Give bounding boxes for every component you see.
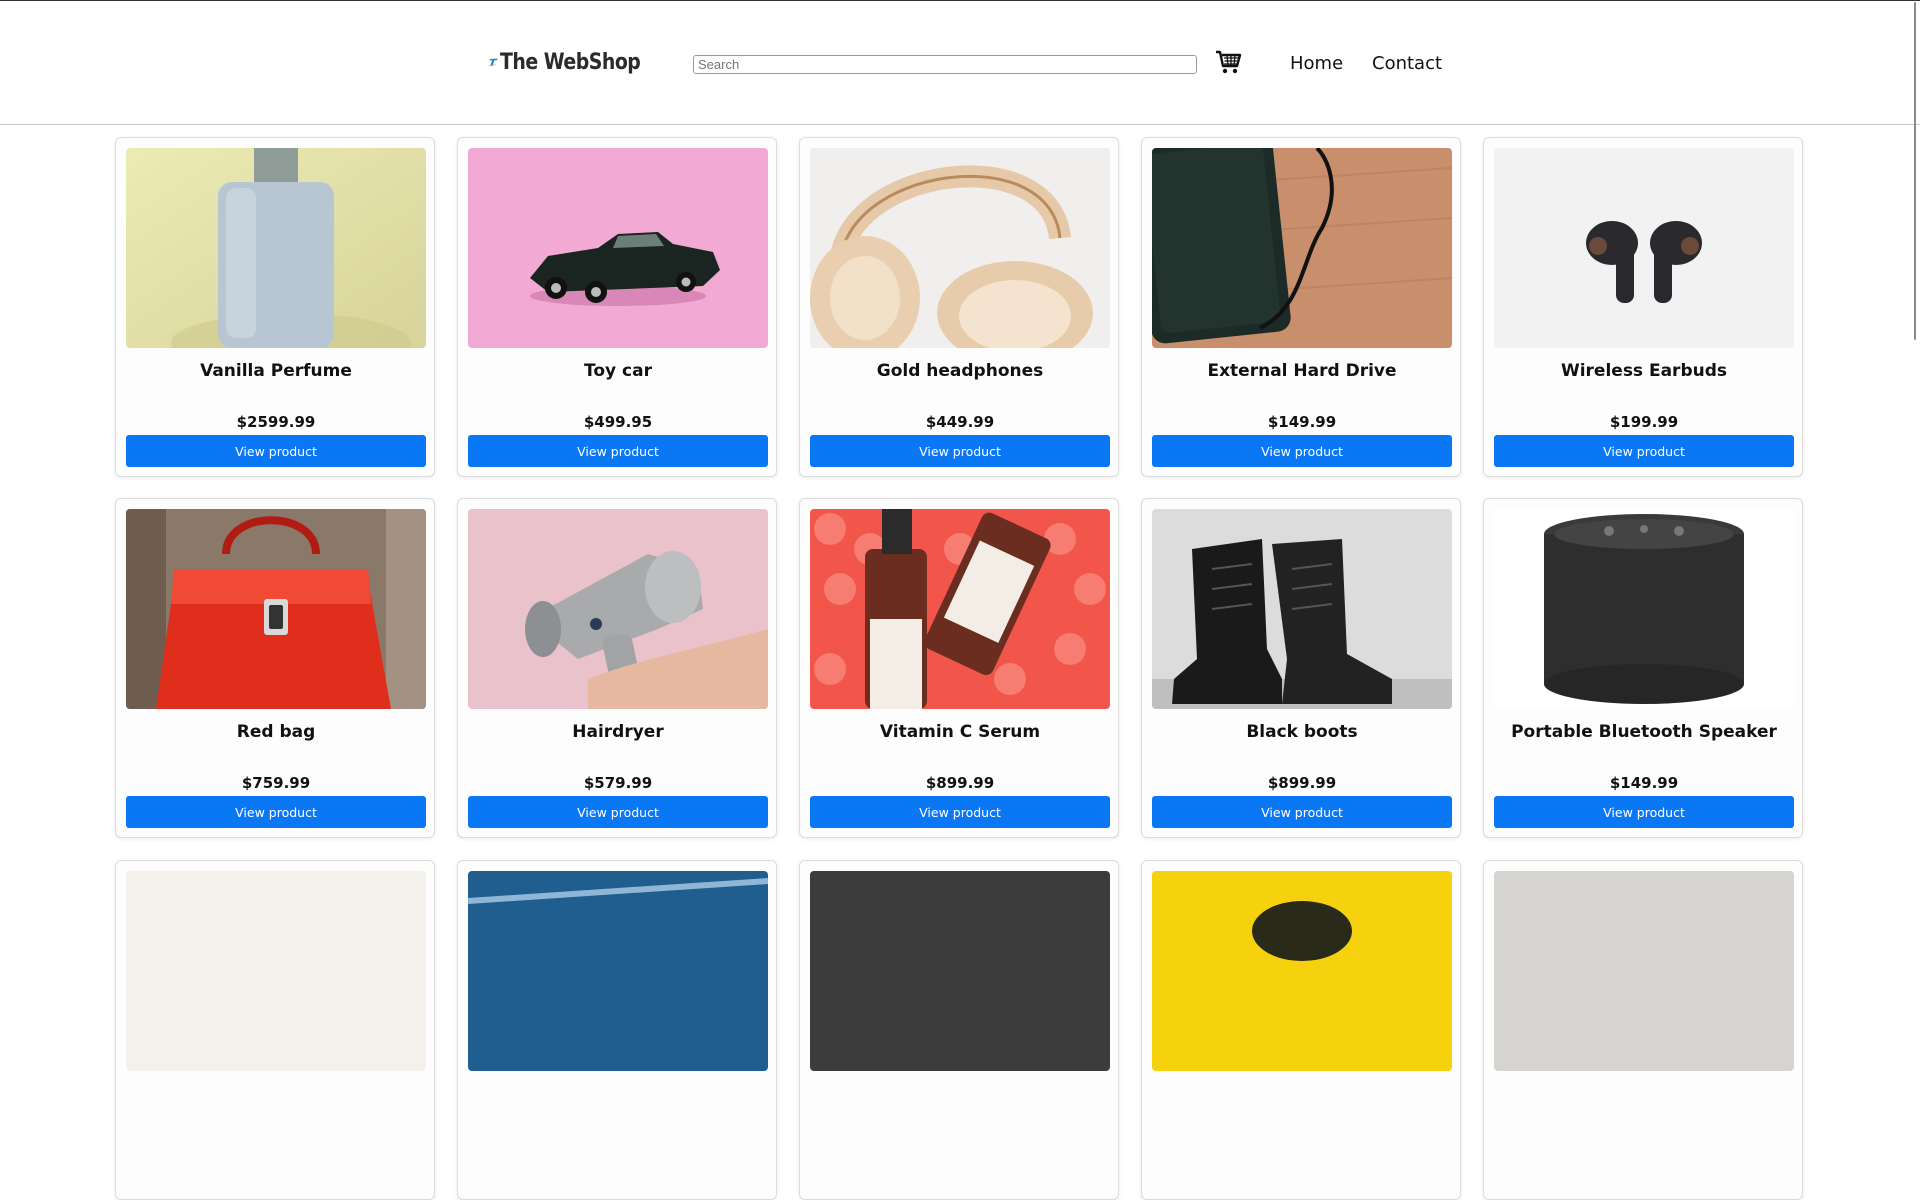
partial-product-image-3[interactable] (810, 871, 1110, 1071)
partial-product-image-1[interactable] (126, 871, 426, 1071)
product-card[interactable] (799, 860, 1119, 1200)
view-product-button[interactable]: View product (126, 796, 426, 828)
hairdryer-image[interactable] (468, 509, 768, 709)
product-price: $2599.99 (236, 413, 316, 431)
external-hard-drive-image[interactable] (1152, 148, 1452, 348)
product-name: Vanilla Perfume (200, 361, 352, 381)
product-price: $579.99 (583, 774, 653, 792)
product-name: Toy car (584, 361, 652, 381)
gold-headphones-image[interactable] (810, 148, 1110, 348)
product-name: Wireless Earbuds (1560, 361, 1728, 381)
view-product-button[interactable]: View product (126, 435, 426, 467)
product-card[interactable]: Wireless Earbuds $199.99 View product (1483, 137, 1803, 477)
product-price: $149.99 (1267, 413, 1337, 431)
search-input[interactable] (693, 55, 1197, 74)
product-card[interactable] (1483, 860, 1803, 1200)
product-card[interactable] (115, 860, 435, 1200)
product-name: Red bag (236, 722, 316, 742)
view-product-button[interactable]: View product (1494, 796, 1794, 828)
toy-car-image[interactable] (468, 148, 768, 348)
product-price: $759.99 (241, 774, 311, 792)
view-product-button[interactable]: View product (1152, 796, 1452, 828)
product-card[interactable]: Vanilla Perfume $2599.99 View product (115, 137, 435, 477)
view-product-button[interactable]: View product (810, 435, 1110, 467)
vitamin-c-serum-image[interactable] (810, 509, 1110, 709)
nav-home-link[interactable]: Home (1290, 53, 1343, 74)
view-product-button[interactable]: View product (468, 435, 768, 467)
shopping-cart-icon[interactable] (1214, 48, 1242, 76)
product-card[interactable] (457, 860, 777, 1200)
product-price: $899.99 (1267, 774, 1337, 792)
red-bag-image[interactable] (126, 509, 426, 709)
black-boots-image[interactable] (1152, 509, 1452, 709)
wireless-earbuds-image[interactable] (1494, 148, 1794, 348)
product-price: $499.95 (583, 413, 653, 431)
site-header: The WebShop Home Contact (0, 1, 1920, 125)
product-card[interactable]: Portable Bluetooth Speaker $149.99 View … (1483, 498, 1803, 838)
product-name: Black boots (1246, 722, 1358, 742)
view-product-button[interactable]: View product (1494, 435, 1794, 467)
product-price: $899.99 (925, 774, 995, 792)
webshop-t-logo-icon (488, 58, 498, 66)
brand-name: The WebShop (499, 49, 641, 75)
product-price: $149.99 (1609, 774, 1679, 792)
product-price: $449.99 (925, 413, 995, 431)
product-name: Portable Bluetooth Speaker (1511, 722, 1777, 742)
product-card[interactable]: External Hard Drive $149.99 View product (1141, 137, 1461, 477)
product-card[interactable] (1141, 860, 1461, 1200)
partial-product-image-5[interactable] (1494, 871, 1794, 1071)
brand-logo[interactable]: The WebShop (488, 41, 663, 83)
product-card[interactable]: Toy car $499.95 View product (457, 137, 777, 477)
product-card[interactable]: Hairdryer $579.99 View product (457, 498, 777, 838)
nav-contact-link[interactable]: Contact (1372, 53, 1442, 74)
partial-product-image-4[interactable] (1152, 871, 1452, 1071)
product-name: Vitamin C Serum (879, 722, 1041, 742)
product-name: Gold headphones (876, 361, 1044, 381)
vertical-scrollbar[interactable] (1914, 2, 1916, 340)
product-price: $199.99 (1609, 413, 1679, 431)
product-card[interactable]: Red bag $759.99 View product (115, 498, 435, 838)
view-product-button[interactable]: View product (468, 796, 768, 828)
view-product-button[interactable]: View product (810, 796, 1110, 828)
product-grid: Vanilla Perfume $2599.99 View product To… (0, 0, 1920, 1200)
partial-product-image-2[interactable] (468, 871, 768, 1071)
bluetooth-speaker-image[interactable] (1494, 509, 1794, 709)
perfume-bottle-image[interactable] (126, 148, 426, 348)
product-card[interactable]: Black boots $899.99 View product (1141, 498, 1461, 838)
product-card[interactable]: Vitamin C Serum $899.99 View product (799, 498, 1119, 838)
product-name: Hairdryer (572, 722, 664, 742)
view-product-button[interactable]: View product (1152, 435, 1452, 467)
product-card[interactable]: Gold headphones $449.99 View product (799, 137, 1119, 477)
product-name: External Hard Drive (1207, 361, 1397, 381)
